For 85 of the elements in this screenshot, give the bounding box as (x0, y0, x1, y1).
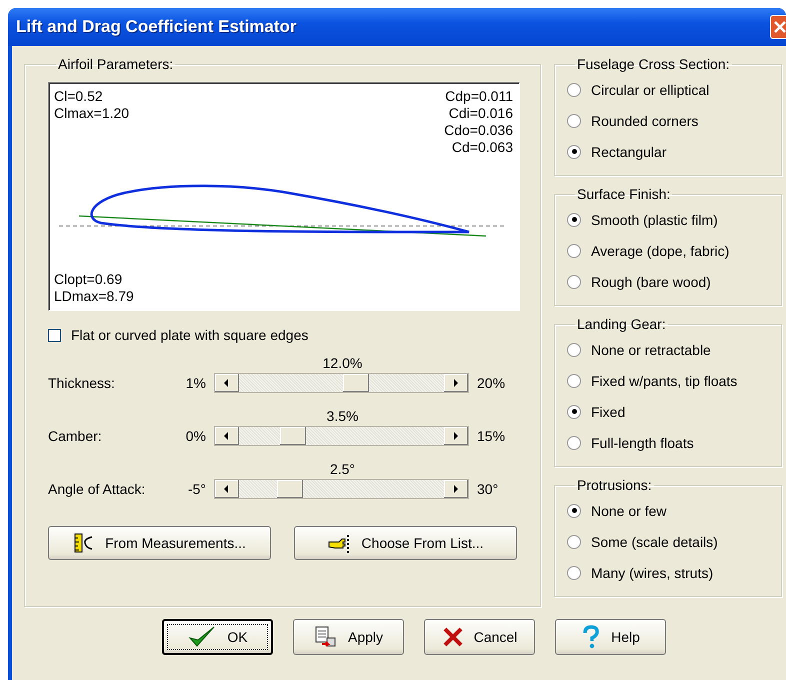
option-label: Full-length floats (591, 434, 694, 450)
dialog-button[interactable]: Apply (293, 619, 404, 655)
radio-button[interactable] (567, 144, 581, 158)
option-label: Rounded corners (591, 112, 698, 128)
action-button[interactable]: Choose From List... (294, 526, 517, 560)
right-arrow-button[interactable] (444, 427, 468, 445)
close-icon (774, 21, 786, 33)
option-label: Rough (bare wood) (591, 274, 711, 290)
slider-label: Camber: (48, 428, 103, 444)
dialog-button[interactable]: OK (162, 619, 273, 655)
radio-button[interactable] (567, 114, 581, 128)
option-label: Fixed (591, 404, 626, 420)
cancel-icon (442, 626, 464, 648)
help-icon (581, 625, 602, 649)
group-label: Landing Gear: (576, 316, 667, 332)
radio-button[interactable] (567, 566, 581, 580)
pointing-hand-icon (327, 532, 352, 554)
slider[interactable] (214, 426, 469, 446)
left-triangle-icon (224, 378, 229, 386)
slider-label: Thickness: (48, 375, 116, 391)
radio-button[interactable] (567, 534, 581, 548)
radio-button[interactable] (567, 504, 581, 518)
slider-thumb[interactable] (280, 427, 306, 445)
min-label: 0% (184, 428, 206, 444)
left-arrow-button[interactable] (215, 427, 239, 445)
option-label: Many (wires, struts) (591, 564, 714, 580)
min-label: -5° (186, 481, 206, 497)
slider-label: Angle of Attack: (48, 481, 146, 497)
dialog-button[interactable]: Cancel (424, 619, 535, 655)
right-arrow-button[interactable] (444, 374, 468, 392)
slider-value: 2.5° (328, 461, 356, 478)
coefficient-readout: Cdp=0.011 (444, 88, 513, 105)
group-label: Fuselage Cross Section: (576, 56, 731, 72)
slider-value: 3.5% (326, 408, 360, 425)
radio-button[interactable] (567, 374, 581, 388)
coefficient-readout: Clmax=1.20 (54, 105, 130, 122)
coefficient-readout: Cdo=0.036 (444, 122, 513, 139)
coefficient-readout: Cdi=0.016 (448, 105, 513, 122)
right-triangle-icon (453, 378, 458, 386)
left-arrow-button[interactable] (215, 374, 239, 392)
option-label: Fixed w/pants, tip floats (591, 372, 738, 388)
radio-button[interactable] (567, 342, 581, 356)
checkbox[interactable] (48, 328, 61, 342)
min-label: 1% (184, 375, 206, 391)
radio-button[interactable] (567, 212, 581, 226)
help-button[interactable]: Help (555, 619, 666, 655)
group-label: Airfoil Parameters: (57, 56, 174, 72)
max-label: 20% (477, 375, 506, 391)
option-label: None or retractable (591, 342, 711, 358)
slider[interactable] (214, 479, 469, 499)
group-label: Protrusions: (576, 477, 653, 493)
option-label: Some (scale details) (591, 534, 718, 550)
slider-thumb[interactable] (342, 374, 369, 392)
left-triangle-icon (224, 432, 229, 440)
radio-button[interactable] (567, 404, 581, 418)
option-label: Circular or elliptical (591, 82, 710, 98)
checkmark-icon (187, 625, 218, 649)
window-title: Lift and Drag Coefficient Estimator (16, 17, 297, 37)
radio-button[interactable] (567, 436, 581, 450)
right-triangle-icon (453, 484, 458, 492)
max-label: 15% (477, 428, 506, 444)
radio-button[interactable] (567, 82, 581, 96)
slider-thumb[interactable] (276, 480, 303, 498)
slider-value: 12.0% (322, 355, 364, 372)
option-label: Rectangular (591, 144, 666, 160)
coefficient-readout: Cl=0.52 (54, 88, 104, 105)
right-arrow-button[interactable] (444, 480, 468, 498)
coefficient-readout: Clopt=0.69 (54, 271, 124, 288)
checkbox-label: Flat or curved plate with square edges (71, 327, 308, 343)
document-icon (314, 625, 338, 649)
option-label: None or few (591, 502, 666, 518)
coefficient-readout: Cd=0.063 (450, 139, 513, 156)
option-label: Smooth (plastic film) (591, 212, 718, 228)
slider[interactable] (214, 373, 469, 393)
max-label: 30° (477, 481, 498, 497)
action-button[interactable]: From Measurements... (48, 526, 271, 560)
group-label: Surface Finish: (576, 186, 672, 202)
close-button[interactable] (770, 15, 786, 39)
left-arrow-button[interactable] (215, 480, 239, 498)
radio-button[interactable] (567, 274, 581, 288)
left-triangle-icon (224, 484, 229, 492)
radio-button[interactable] (567, 244, 581, 258)
option-label: Average (dope, fabric) (591, 242, 730, 258)
coefficient-readout: LDmax=8.79 (54, 288, 134, 305)
right-triangle-icon (453, 432, 458, 440)
